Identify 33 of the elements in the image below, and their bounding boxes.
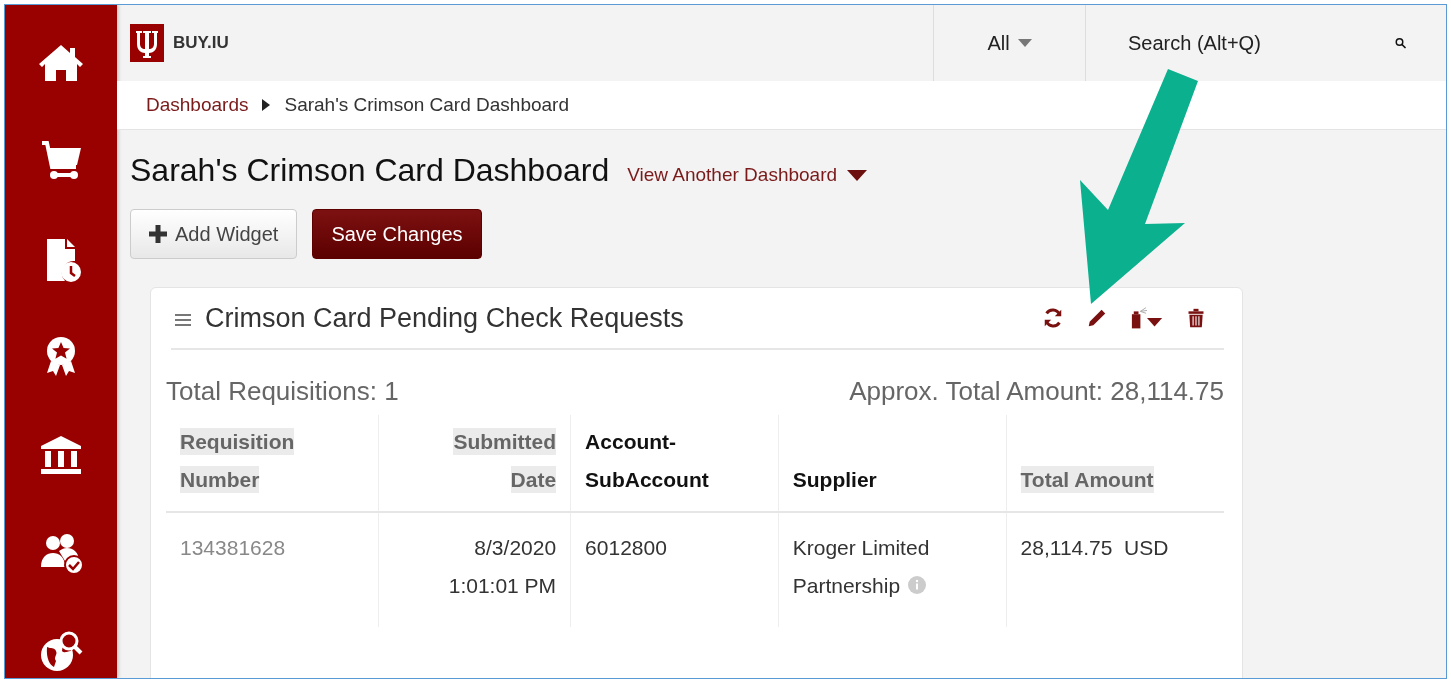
caret-icon xyxy=(1017,39,1032,47)
drag-handle-icon[interactable] xyxy=(175,313,191,327)
refresh-button[interactable] xyxy=(1042,306,1064,330)
column-header[interactable]: Submitted Date xyxy=(379,415,571,512)
breadcrumb-separator-icon xyxy=(262,99,271,111)
page-title: Sarah's Crimson Card Dashboard xyxy=(130,152,610,189)
caret-icon xyxy=(847,169,868,181)
total-amount: Approx. Total Amount: 28,114.75 xyxy=(849,376,1224,407)
search-field[interactable]: Search (Alt+Q) xyxy=(1126,30,1395,56)
column-header: Account-SubAccount xyxy=(570,415,779,512)
widget-title: Crimson Card Pending Check Requests xyxy=(205,302,685,334)
column-header: Supplier xyxy=(778,415,1007,512)
refresh-icon xyxy=(1042,306,1064,330)
breadcrumb-current: Sarah's Crimson Card Dashboard xyxy=(284,94,569,116)
brand-name: BUY.IU xyxy=(173,33,229,53)
plus-icon xyxy=(149,225,167,243)
save-button[interactable]: Save Changes xyxy=(312,209,482,259)
column-header[interactable]: Total Amount xyxy=(1006,415,1224,512)
total-requisitions: Total Requisitions: 1 xyxy=(166,376,399,407)
table-cell-text: 6012800 xyxy=(585,535,667,561)
logo-icon[interactable] xyxy=(130,24,164,62)
trash-button[interactable] xyxy=(1186,306,1206,330)
table-cell-text: Kroger Limited Partnership xyxy=(792,535,931,599)
spray-can-caret-icon xyxy=(1130,306,1164,330)
spray-can-caret-button[interactable] xyxy=(1130,306,1164,330)
breadcrumb-link[interactable]: Dashboards xyxy=(146,94,249,116)
table-cell-text: 28,114.75 USD xyxy=(1020,535,1169,561)
dashboard-switcher[interactable]: View Another Dashboard xyxy=(627,164,868,186)
table-cell-text: 8/3/2020 1:01:01 PM xyxy=(447,535,557,599)
column-header[interactable]: Requisition Number xyxy=(166,415,379,512)
add-button[interactable]: Add Widget xyxy=(130,209,298,259)
table-cell-text: 134381628 xyxy=(180,535,286,561)
trash-icon xyxy=(1186,306,1206,330)
